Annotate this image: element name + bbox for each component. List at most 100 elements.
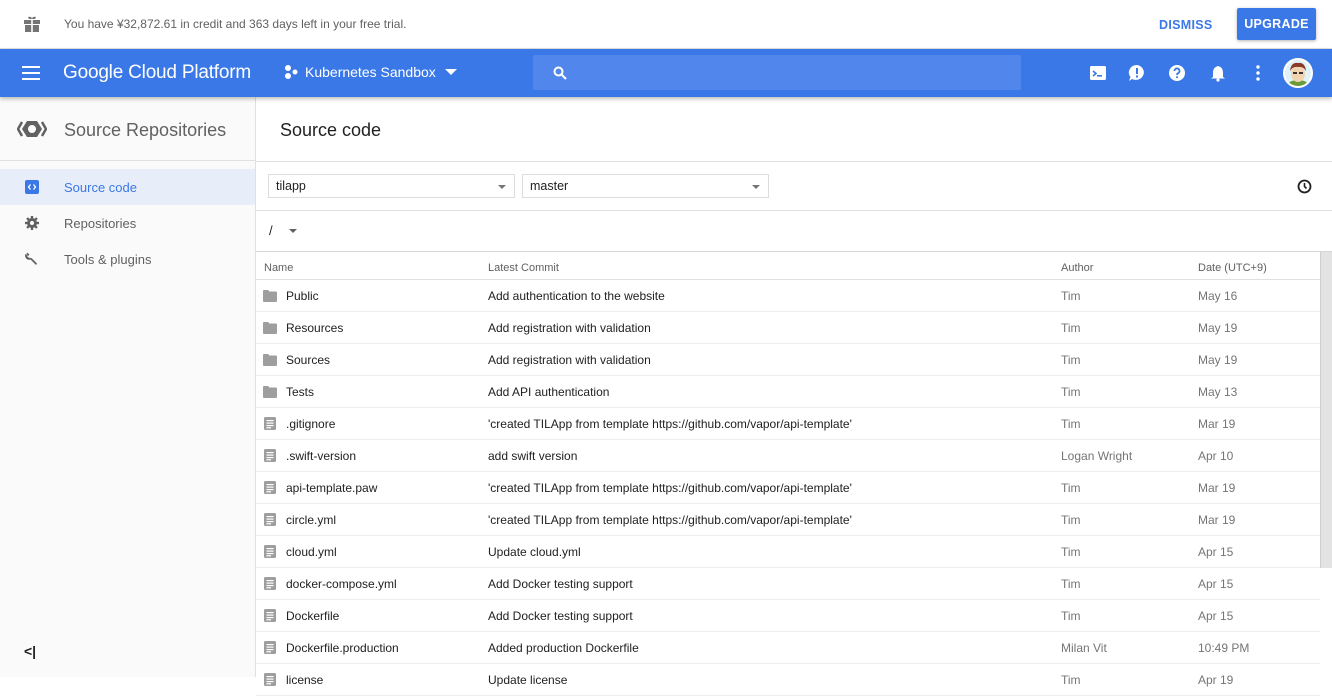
latest-commit[interactable]: Added production Dockerfile: [488, 641, 639, 655]
table-row[interactable]: docker-compose.yml Add Docker testing sup…: [256, 568, 1320, 600]
file-name[interactable]: circle.yml: [286, 513, 336, 527]
file-name[interactable]: docker-compose.yml: [286, 577, 397, 591]
latest-commit[interactable]: Add authentication to the website: [488, 289, 665, 303]
latest-commit[interactable]: 'created TILApp from template https://gi…: [488, 481, 852, 495]
commit-author: Tim: [1061, 417, 1081, 431]
table-row[interactable]: Resources Add registration with validatio…: [256, 312, 1320, 344]
upgrade-button[interactable]: UPGRADE: [1237, 8, 1316, 40]
sidebar-item-repositories[interactable]: Repositories: [0, 205, 255, 241]
table-row[interactable]: Tests Add API authentication Tim May 13: [256, 376, 1320, 408]
latest-commit[interactable]: add swift version: [488, 449, 577, 463]
commit-date: Apr 15: [1198, 577, 1234, 591]
latest-commit[interactable]: 'created TILApp from template https://gi…: [488, 417, 852, 431]
more-vert-icon[interactable]: [1249, 64, 1267, 82]
commit-author: Logan Wright: [1061, 449, 1133, 463]
gift-icon: [24, 16, 40, 32]
file-icon: [264, 609, 276, 622]
help-icon[interactable]: [1168, 64, 1186, 82]
commit-author: Tim: [1061, 577, 1081, 591]
file-name[interactable]: Resources: [286, 321, 343, 335]
table-row[interactable]: Dockerfile Add Docker testing support Tim A…: [256, 600, 1320, 632]
table-row[interactable]: license Update license Tim Apr 19: [256, 664, 1320, 696]
path-dropdown-icon[interactable]: [289, 229, 297, 233]
table-row[interactable]: Dockerfile.production Added production Do…: [256, 632, 1320, 664]
branch-select[interactable]: master: [522, 174, 769, 198]
feedback-icon[interactable]: [1128, 64, 1146, 82]
hamburger-menu-icon[interactable]: [22, 66, 40, 80]
commit-date: Apr 15: [1198, 545, 1234, 559]
latest-commit[interactable]: 'created TILApp from template https://gi…: [488, 513, 852, 527]
project-name: Kubernetes Sandbox: [305, 64, 436, 80]
file-icon: [264, 449, 276, 462]
table-row[interactable]: cloud.yml Update cloud.yml Tim Apr 15: [256, 536, 1320, 568]
file-icon: [264, 673, 276, 686]
column-header-latest-commit: Latest Commit: [488, 262, 559, 274]
latest-commit[interactable]: Add API authentication: [488, 385, 609, 399]
search-input[interactable]: [577, 55, 1007, 90]
trial-banner: You have ¥32,872.61 in credit and 363 da…: [0, 0, 1332, 49]
table-row[interactable]: .gitignore 'created TILApp from template …: [256, 408, 1320, 440]
file-table: Name Latest Commit Author Date (UTC+9) P…: [256, 252, 1320, 696]
file-icon: [264, 481, 276, 494]
file-icon: [264, 577, 276, 590]
file-icon: [264, 641, 276, 654]
table-row[interactable]: api-template.paw 'created TILApp from tem…: [256, 472, 1320, 504]
commit-date: Mar 19: [1198, 481, 1236, 495]
avatar-image: [1285, 60, 1311, 86]
path-breadcrumb[interactable]: /: [269, 223, 273, 238]
table-row[interactable]: Sources Add registration with validation T…: [256, 344, 1320, 376]
table-row[interactable]: Public Add authentication to the website T…: [256, 280, 1320, 312]
notifications-icon[interactable]: [1209, 64, 1227, 82]
latest-commit[interactable]: Add registration with validation: [488, 353, 651, 367]
table-header: Name Latest Commit Author Date (UTC+9): [256, 252, 1320, 280]
column-header-name[interactable]: Name: [264, 262, 293, 274]
file-name[interactable]: Dockerfile: [286, 609, 339, 623]
latest-commit[interactable]: Add Docker testing support: [488, 577, 633, 591]
sidebar-item-tools-plugins[interactable]: Tools & plugins: [0, 241, 255, 277]
file-name[interactable]: .swift-version: [286, 449, 356, 463]
search-bar[interactable]: [533, 55, 1021, 90]
trial-message: You have ¥32,872.61 in credit and 363 da…: [64, 17, 407, 31]
file-name[interactable]: license: [286, 673, 323, 687]
latest-commit[interactable]: Add Docker testing support: [488, 609, 633, 623]
cloud-shell-icon[interactable]: [1089, 64, 1107, 82]
commit-date: May 19: [1198, 353, 1238, 367]
commit-date: Apr 10: [1198, 449, 1234, 463]
history-icon[interactable]: [1297, 179, 1312, 194]
sidebar-item-label: Repositories: [64, 215, 137, 231]
file-name[interactable]: Dockerfile.production: [286, 641, 399, 655]
file-name[interactable]: cloud.yml: [286, 545, 337, 559]
app-logo[interactable]: Google Cloud Platform: [63, 62, 251, 84]
column-header-author: Author: [1061, 262, 1094, 274]
chevron-down-icon: [498, 185, 506, 189]
table-row[interactable]: circle.yml 'created TILApp from template …: [256, 504, 1320, 536]
latest-commit[interactable]: Add registration with validation: [488, 321, 651, 335]
table-row[interactable]: .swift-version add swift version Logan Wri…: [256, 440, 1320, 472]
project-selector[interactable]: Kubernetes Sandbox: [284, 64, 457, 80]
dismiss-button[interactable]: DISMISS: [1150, 14, 1222, 36]
file-name[interactable]: Sources: [286, 353, 330, 367]
divider: [256, 210, 1332, 211]
page-title: Source code: [280, 120, 382, 140]
commit-author: Tim: [1061, 609, 1081, 623]
sidebar-item-source-code[interactable]: Source code: [0, 169, 255, 205]
avatar[interactable]: [1283, 58, 1313, 88]
latest-commit[interactable]: Update cloud.yml: [488, 545, 581, 559]
chevron-down-icon: [444, 69, 457, 75]
file-icon: [264, 513, 276, 526]
file-name[interactable]: .gitignore: [286, 417, 335, 431]
file-name[interactable]: api-template.paw: [286, 481, 377, 495]
collapse-sidebar-button[interactable]: <|: [24, 643, 36, 659]
code-icon: [25, 180, 39, 194]
folder-icon: [263, 322, 277, 334]
table-scrollbar[interactable]: [1320, 252, 1332, 568]
commit-author: Tim: [1061, 353, 1081, 367]
branch-select-value: master: [530, 179, 569, 193]
file-name[interactable]: Public: [286, 289, 319, 303]
folder-icon: [263, 386, 277, 398]
repository-select[interactable]: tilapp: [268, 174, 515, 198]
latest-commit[interactable]: Update license: [488, 673, 567, 687]
file-name[interactable]: Tests: [286, 385, 314, 399]
commit-date: Apr 19: [1198, 673, 1234, 687]
commit-date: May 16: [1198, 289, 1238, 303]
